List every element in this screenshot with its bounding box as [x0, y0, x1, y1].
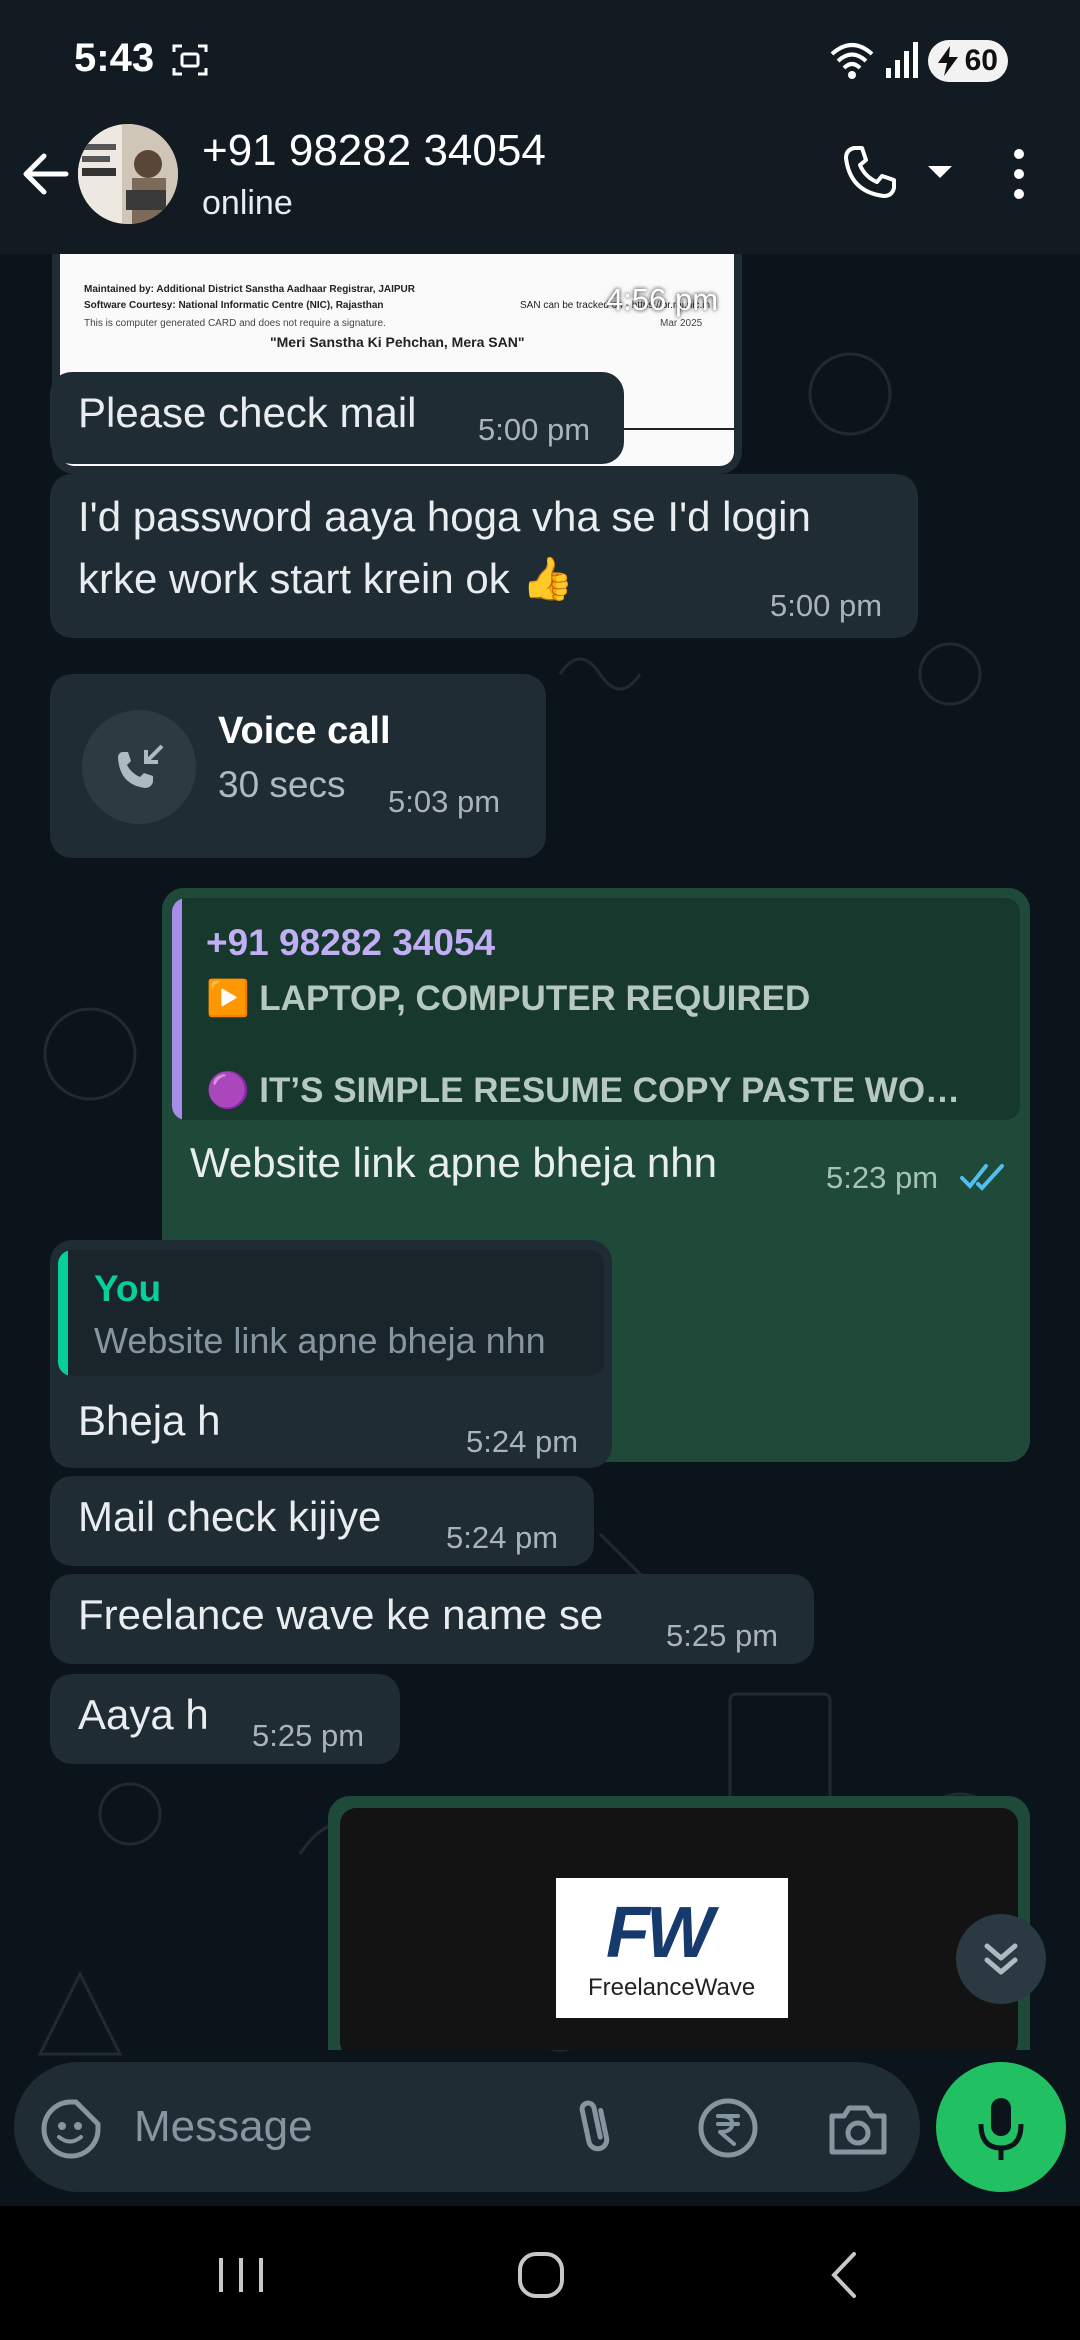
message-text: Bheja h: [78, 1397, 221, 1444]
incoming-message[interactable]: I'd password aaya hoga vha se I'd login …: [50, 474, 918, 638]
quote-author: You: [94, 1268, 162, 1309]
outgoing-quoted-message[interactable]: +91 98282 34054 ▶️ LAPTOP, COMPUTER REQU…: [162, 888, 1030, 1206]
phone-call-icon[interactable]: [840, 142, 900, 202]
contact-name[interactable]: +91 98282 34054: [202, 126, 546, 176]
quote-author: +91 98282 34054: [206, 922, 496, 963]
message-time: 5:25 pm: [252, 1718, 365, 1753]
outgoing-image-message[interactable]: FW FreelanceWave: [328, 1796, 1030, 2050]
incoming-quoted-message[interactable]: You Website link apne bheja nhn Bheja h …: [50, 1240, 612, 1468]
signal-icon: [886, 42, 918, 78]
incoming-message[interactable]: Please check mail 5:00 pm: [50, 372, 624, 464]
quote-line1: ▶️ LAPTOP, COMPUTER REQUIRED: [206, 979, 811, 1018]
message-time: 4:56 pm: [606, 282, 719, 317]
call-duration: 30 secs: [218, 764, 346, 805]
emoji-sticker-icon[interactable]: [40, 2098, 102, 2160]
voice-call-bubble[interactable]: Voice call 30 secs 5:03 pm: [50, 674, 546, 858]
incoming-message[interactable]: Aaya h 5:25 pm: [50, 1674, 400, 1764]
message-text-line1: I'd password aaya hoga vha se I'd login: [78, 493, 811, 540]
wifi-icon: [830, 43, 874, 79]
recent-apps-icon[interactable]: [206, 2240, 276, 2310]
back-arrow-icon[interactable]: [16, 144, 76, 204]
card-line-courtesy: Software Courtesy: National Informatic C…: [84, 300, 384, 311]
back-icon[interactable]: [810, 2240, 880, 2310]
contact-avatar[interactable]: [78, 124, 178, 224]
card-line-maintained: Maintained by: Additional District Sanst…: [84, 284, 415, 295]
quoted-reply[interactable]: +91 98282 34054 ▶️ LAPTOP, COMPUTER REQU…: [172, 898, 1020, 1120]
home-icon[interactable]: [506, 2240, 576, 2310]
battery-indicator: 60: [928, 40, 1008, 82]
message-time: 5:00 pm: [770, 588, 883, 623]
card-line-date: Mar 2025: [660, 318, 703, 329]
card-line-note: This is computer generated CARD and does…: [84, 318, 386, 329]
missed-call-icon-circle: [82, 710, 196, 824]
microphone-icon: [978, 2098, 1024, 2160]
quote-accent-bar: [172, 898, 182, 1120]
screenshot-icon: [172, 44, 208, 76]
message-time: 5:03 pm: [388, 784, 501, 819]
message-text: Aaya h: [78, 1691, 209, 1738]
quote-accent-bar: [58, 1250, 68, 1376]
more-options-icon[interactable]: [1004, 144, 1034, 204]
incoming-message[interactable]: Mail check kijiye 5:24 pm: [50, 1476, 594, 1566]
incoming-call-icon: [118, 744, 164, 788]
logo-name: FreelanceWave: [588, 1974, 756, 2001]
message-time: 5:24 pm: [446, 1520, 559, 1555]
avatar-image: [78, 124, 178, 224]
incoming-message[interactable]: Freelance wave ke name se 5:25 pm: [50, 1574, 814, 1664]
read-ticks-icon: [960, 1164, 1004, 1191]
quoted-reply[interactable]: You Website link apne bheja nhn: [58, 1250, 604, 1376]
link-preview-image[interactable]: FW FreelanceWave: [340, 1808, 1018, 2050]
message-text: Mail check kijiye: [78, 1493, 382, 1540]
chevron-down-icon[interactable]: [924, 160, 956, 184]
quote-line2: 🟣 IT’S SIMPLE RESUME COPY PASTE WO…: [206, 1071, 961, 1110]
message-time: 5:23 pm: [826, 1160, 939, 1195]
message-input[interactable]: [134, 2092, 554, 2162]
logo-letters: FW: [606, 1893, 714, 1973]
message-text: Website link apne bheja nhn: [190, 1139, 717, 1186]
message-time: 5:25 pm: [666, 1618, 779, 1653]
double-chevron-down-icon: [984, 1943, 1018, 1975]
card-slogan: "Meri Sanstha Ki Pehchan, Mera SAN": [270, 334, 525, 350]
scroll-to-bottom-button[interactable]: [956, 1914, 1046, 2004]
rupee-payment-icon[interactable]: [696, 2096, 760, 2160]
message-text-line2: krke work start krein ok 👍: [78, 555, 574, 602]
battery-level: 60: [964, 44, 998, 77]
freelancewave-logo: FW FreelanceWave: [556, 1878, 788, 2018]
charging-bolt-icon: [938, 46, 958, 76]
message-text: Please check mail: [78, 389, 417, 436]
voice-record-button[interactable]: [936, 2062, 1066, 2192]
message-time: 5:00 pm: [478, 412, 591, 447]
paperclip-icon[interactable]: [570, 2094, 620, 2160]
message-time: 5:24 pm: [466, 1424, 579, 1459]
call-title: Voice call: [218, 710, 391, 752]
message-text: Freelance wave ke name se: [78, 1591, 604, 1638]
camera-icon[interactable]: [826, 2098, 890, 2160]
quote-text: Website link apne bheja nhn: [94, 1320, 546, 1361]
contact-status: online: [202, 184, 293, 222]
status-time: 5:43: [74, 36, 155, 80]
